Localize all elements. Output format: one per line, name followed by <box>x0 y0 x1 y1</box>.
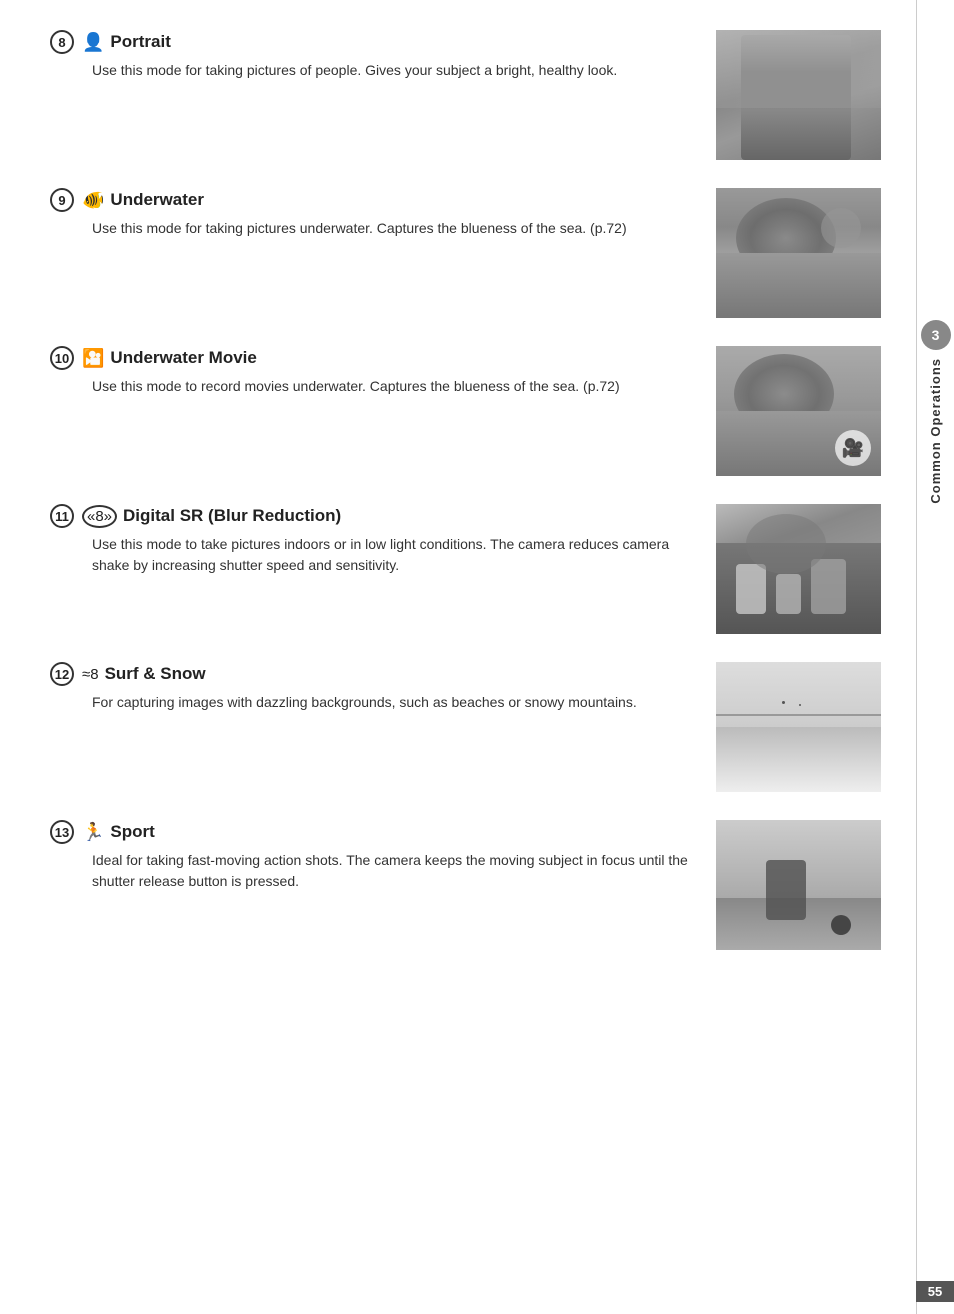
surf-snow-photo-placeholder <box>716 662 881 792</box>
entry-portrait-photo <box>716 30 886 160</box>
main-content: 8 👤 Portrait Use this mode for taking pi… <box>0 0 916 1314</box>
digital-sr-title: Digital SR (Blur Reduction) <box>123 506 341 526</box>
portrait-body: Use this mode for taking pictures of peo… <box>92 60 696 81</box>
sport-photo-placeholder <box>716 820 881 950</box>
entry-10-num: 10 <box>50 346 74 370</box>
movie-camera-icon: 🎥 <box>835 430 871 466</box>
entry-digital-sr-photo <box>716 504 886 634</box>
entry-underwater-left: 9 🐠 Underwater Use this mode for taking … <box>50 188 716 239</box>
entry-sport: 13 🏃 Sport Ideal for taking fast-moving … <box>50 820 886 950</box>
entry-digital-sr: 11 «8» Digital SR (Blur Reduction) Use t… <box>50 504 886 634</box>
entry-surf-snow-left: 12 ≈8 Surf & Snow For capturing images w… <box>50 662 716 713</box>
page-number: 55 <box>916 1281 954 1302</box>
entry-underwater-movie-header: 10 🎦 Underwater Movie <box>50 346 696 370</box>
surf-snow-icon: ≈8 <box>82 666 99 683</box>
entry-12-num: 12 <box>50 662 74 686</box>
underwater-movie-body: Use this mode to record movies underwate… <box>92 376 696 397</box>
page-container: 8 👤 Portrait Use this mode for taking pi… <box>0 0 954 1314</box>
horizon-line <box>716 714 881 716</box>
entry-underwater-header: 9 🐠 Underwater <box>50 188 696 212</box>
entry-digital-sr-header: 11 «8» Digital SR (Blur Reduction) <box>50 504 696 528</box>
right-tab: 3 Common Operations 55 <box>916 0 954 1314</box>
digital-sr-body: Use this mode to take pictures indoors o… <box>92 534 696 576</box>
underwater-photo-placeholder <box>716 188 881 318</box>
entry-sport-header: 13 🏃 Sport <box>50 820 696 844</box>
entry-sport-left: 13 🏃 Sport Ideal for taking fast-moving … <box>50 820 716 892</box>
underwater-movie-photo-placeholder: 🎥 <box>716 346 881 476</box>
portrait-icon: 👤 <box>82 32 104 53</box>
underwater-icon: 🐠 <box>82 190 104 211</box>
entry-portrait-header: 8 👤 Portrait <box>50 30 696 54</box>
tab-label: Common Operations <box>928 358 943 504</box>
entry-underwater: 9 🐠 Underwater Use this mode for taking … <box>50 188 886 318</box>
tab-number: 3 <box>921 320 951 350</box>
entry-portrait-left: 8 👤 Portrait Use this mode for taking pi… <box>50 30 716 81</box>
surf-snow-body: For capturing images with dazzling backg… <box>92 692 696 713</box>
sport-icon: 🏃 <box>82 822 104 843</box>
sport-title: Sport <box>110 822 154 842</box>
entry-8-num: 8 <box>50 30 74 54</box>
digital-sr-photo-placeholder <box>716 504 881 634</box>
entry-underwater-photo <box>716 188 886 318</box>
portrait-photo-placeholder <box>716 30 881 160</box>
entry-underwater-movie-left: 10 🎦 Underwater Movie Use this mode to r… <box>50 346 716 397</box>
portrait-title: Portrait <box>110 32 170 52</box>
entry-surf-snow-header: 12 ≈8 Surf & Snow <box>50 662 696 686</box>
sport-body: Ideal for taking fast-moving action shot… <box>92 850 696 892</box>
underwater-title: Underwater <box>110 190 204 210</box>
entry-surf-snow: 12 ≈8 Surf & Snow For capturing images w… <box>50 662 886 792</box>
digital-sr-icon: «8» <box>82 505 117 528</box>
entry-11-num: 11 <box>50 504 74 528</box>
entry-digital-sr-left: 11 «8» Digital SR (Blur Reduction) Use t… <box>50 504 716 576</box>
entry-underwater-movie: 10 🎦 Underwater Movie Use this mode to r… <box>50 346 886 476</box>
entry-sport-photo <box>716 820 886 950</box>
entry-13-num: 13 <box>50 820 74 844</box>
underwater-movie-icon: 🎦 <box>82 348 104 369</box>
underwater-body: Use this mode for taking pictures underw… <box>92 218 696 239</box>
entry-portrait: 8 👤 Portrait Use this mode for taking pi… <box>50 30 886 160</box>
underwater-movie-title: Underwater Movie <box>110 348 256 368</box>
surf-snow-title: Surf & Snow <box>105 664 206 684</box>
entry-surf-snow-photo <box>716 662 886 792</box>
entry-underwater-movie-photo: 🎥 <box>716 346 886 476</box>
entry-9-num: 9 <box>50 188 74 212</box>
